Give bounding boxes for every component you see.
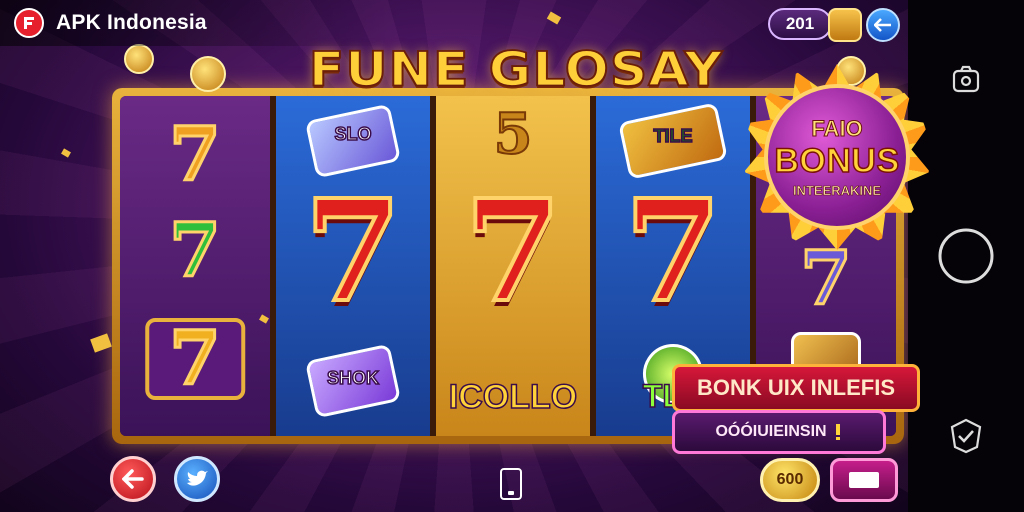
promo-banner[interactable]: BONK UIX INLEFIS bbox=[672, 364, 920, 412]
exclamation-icon bbox=[835, 424, 840, 440]
coin-decoration bbox=[190, 56, 226, 92]
arrow-left-icon bbox=[122, 469, 144, 489]
arrow-left-icon bbox=[874, 18, 891, 32]
app-title: APK Indonesia bbox=[56, 11, 207, 34]
seven-symbol: 7 bbox=[302, 170, 403, 334]
seven-symbol: 7 bbox=[462, 170, 563, 334]
home-circle-icon bbox=[938, 228, 994, 284]
camera-rotate-icon bbox=[952, 65, 980, 93]
phone-rotate-icon[interactable] bbox=[500, 468, 522, 500]
bonus-main-text: BONUS bbox=[774, 141, 900, 181]
seven-symbol: 7 bbox=[622, 170, 723, 334]
recents-button[interactable] bbox=[936, 406, 996, 466]
confetti bbox=[61, 148, 71, 158]
check-shield-icon bbox=[950, 418, 982, 454]
seven-symbol: 7 bbox=[168, 112, 222, 198]
crystal-symbol-label: SLO bbox=[334, 123, 373, 145]
gem-box-label: SHOK bbox=[326, 367, 380, 389]
game-title: FUNE GLOSAY bbox=[308, 42, 724, 98]
back-arrow-button[interactable] bbox=[866, 8, 900, 42]
chest-label: TILE bbox=[653, 125, 694, 147]
screenshot-button[interactable] bbox=[936, 50, 996, 110]
coin-decoration bbox=[124, 44, 154, 74]
seven-symbol: 7 bbox=[799, 236, 853, 322]
coin-symbol: 5 bbox=[493, 101, 534, 167]
home-button[interactable] bbox=[936, 226, 996, 286]
twitter-share-button[interactable] bbox=[174, 456, 220, 502]
bonus-badge[interactable]: FAIO BONUS INTEERAKINE bbox=[744, 64, 930, 250]
bird-icon bbox=[187, 470, 208, 486]
bonus-core: FAIO BONUS INTEERAKINE bbox=[764, 84, 910, 230]
menu-button[interactable] bbox=[830, 458, 898, 502]
promo-sub-banner[interactable]: OÓÓIUIEINSIN bbox=[672, 410, 886, 454]
coin-balance[interactable]: 201 bbox=[768, 8, 832, 40]
reel-2: SLO 7 SHOK bbox=[276, 96, 430, 436]
app-logo-icon bbox=[14, 8, 44, 38]
app-header: APK Indonesia bbox=[0, 0, 400, 46]
menu-icon bbox=[849, 472, 879, 488]
bonus-top-text: FAIO bbox=[811, 116, 863, 142]
seven-symbol: 7 bbox=[145, 318, 245, 400]
reel-1: 7 7 7 bbox=[120, 96, 270, 436]
confetti bbox=[90, 333, 112, 353]
seven-symbol: 7 bbox=[168, 208, 222, 294]
back-button[interactable] bbox=[110, 456, 156, 502]
gold-coin-button[interactable]: 600 bbox=[760, 458, 820, 502]
bonus-sub-text: INTEERAKINE bbox=[792, 183, 882, 199]
gift-icon[interactable] bbox=[828, 8, 862, 42]
icollo-symbol: ICOLLO bbox=[448, 377, 578, 417]
confetti bbox=[546, 11, 562, 25]
reel-3: 5 7 ICOLLO bbox=[436, 96, 590, 436]
promo-sub-text: OÓÓIUIEINSIN bbox=[715, 423, 827, 440]
